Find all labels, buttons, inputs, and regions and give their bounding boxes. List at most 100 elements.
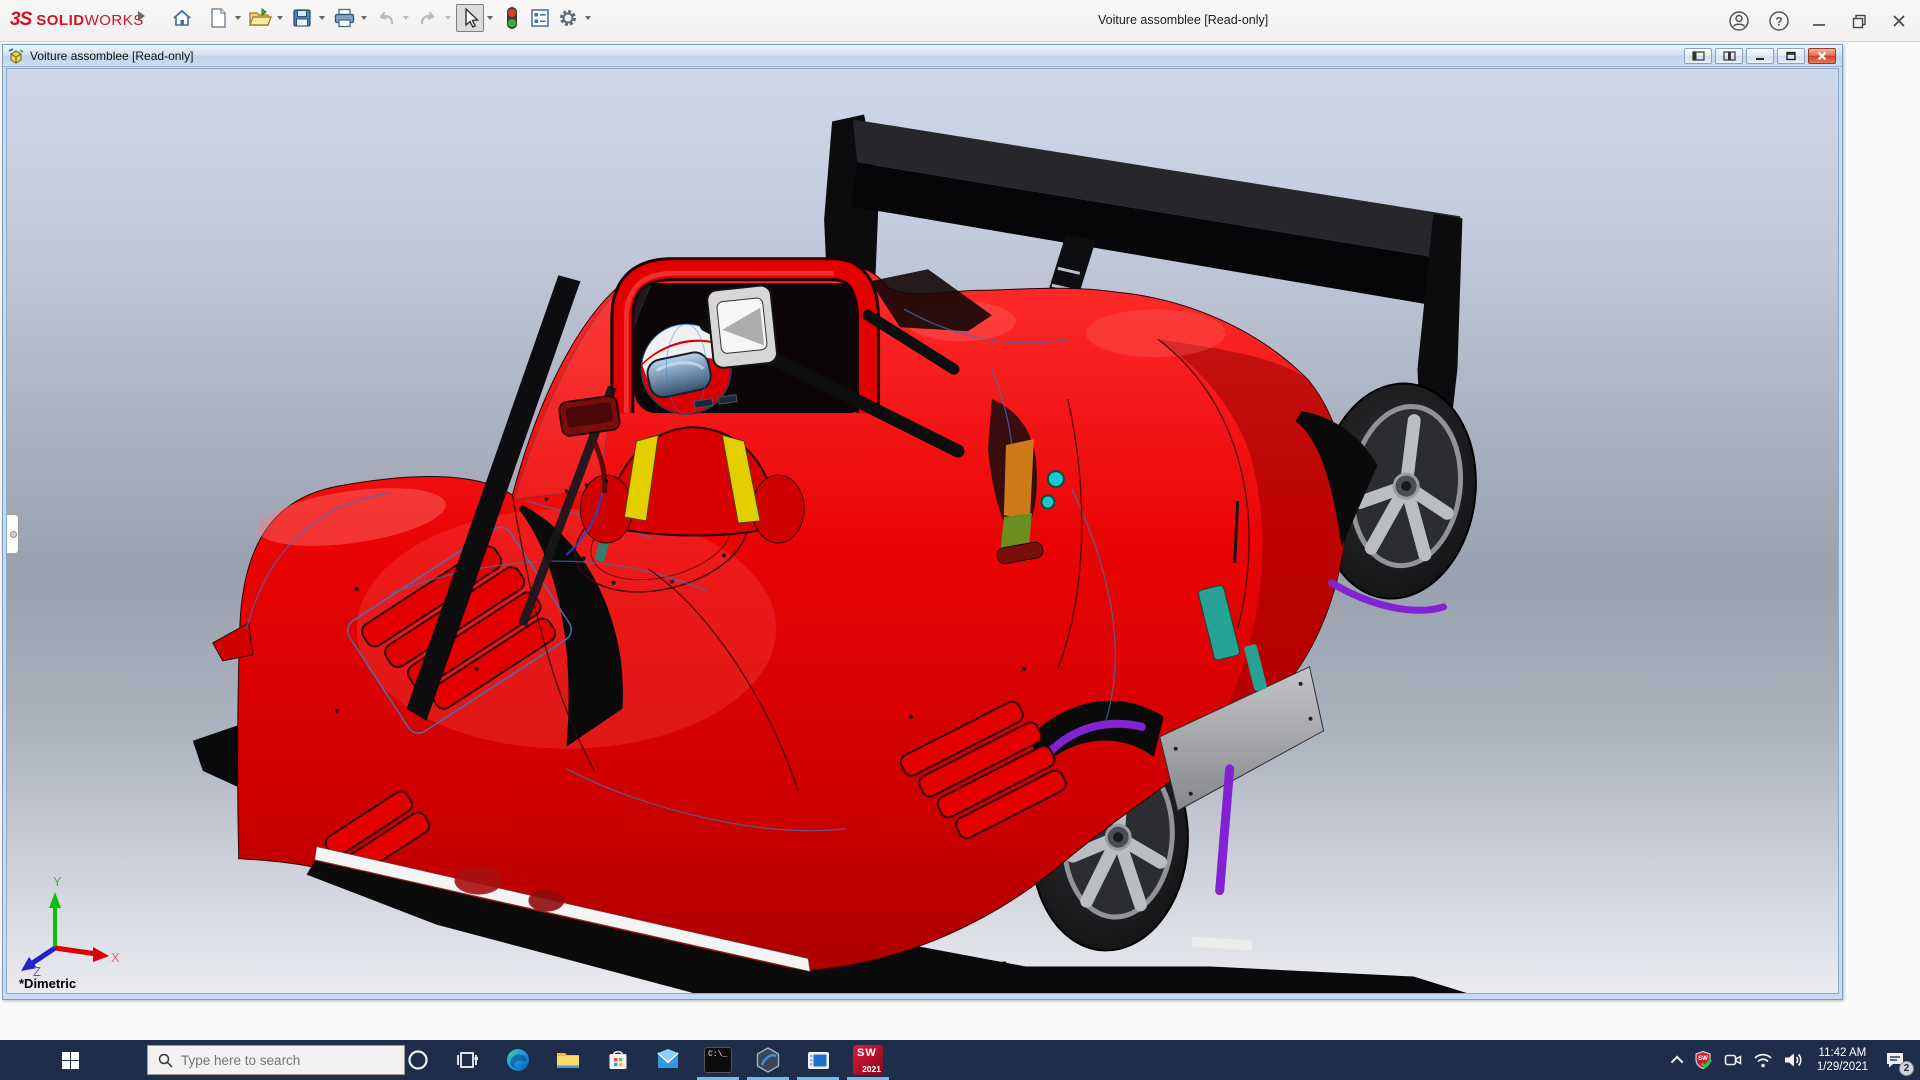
save-icon xyxy=(291,7,313,29)
doc-minimize-icon xyxy=(1754,51,1766,61)
close-button[interactable] xyxy=(1886,8,1912,34)
file-explorer-icon xyxy=(555,1047,581,1073)
open-dropdown[interactable] xyxy=(274,4,285,32)
menu-expand-arrow-icon[interactable] xyxy=(138,11,145,21)
new-document-button[interactable] xyxy=(204,4,232,32)
svg-text:?: ? xyxy=(1775,15,1782,29)
undo-button[interactable] xyxy=(372,4,400,32)
wifi-icon xyxy=(1753,1050,1773,1070)
ds-logo-mark: 3S xyxy=(10,9,31,31)
app-window-title: Voiture assomblee [Read-only] xyxy=(1098,13,1268,27)
doc-minimize-button[interactable] xyxy=(1746,48,1774,64)
taskbar-item-cortana[interactable] xyxy=(393,1040,443,1080)
open-icon xyxy=(248,7,272,29)
taskbar-item-solidworks[interactable]: SW 2021 xyxy=(843,1040,893,1080)
select-dropdown[interactable] xyxy=(484,4,495,32)
windows-taskbar: C:\_ SW 2021 SW xyxy=(0,1040,1920,1080)
gear-icon xyxy=(557,7,579,29)
tray-solidworks-monitor[interactable]: SW xyxy=(1688,1040,1718,1080)
close-icon xyxy=(1892,14,1906,28)
undo-icon xyxy=(375,7,397,29)
help-button[interactable]: ? xyxy=(1766,8,1792,34)
pane-split-icon xyxy=(1723,51,1736,61)
sw-shield-check-icon: SW xyxy=(1693,1050,1713,1070)
home-button[interactable] xyxy=(168,4,196,32)
tray-network[interactable] xyxy=(1748,1040,1778,1080)
tray-volume[interactable] xyxy=(1778,1040,1809,1080)
task-view-icon xyxy=(456,1048,480,1072)
redo-dropdown[interactable] xyxy=(442,4,453,32)
doc-close-button[interactable] xyxy=(1808,48,1836,64)
print-dropdown[interactable] xyxy=(358,4,369,32)
cortana-icon xyxy=(406,1048,430,1072)
3d-model-race-car[interactable] xyxy=(7,69,1839,994)
taskbar-item-store[interactable] xyxy=(593,1040,643,1080)
taskbar-item-command-prompt[interactable]: C:\_ xyxy=(693,1040,743,1080)
view-orientation-label: *Dimetric xyxy=(19,976,76,991)
new-document-dropdown[interactable] xyxy=(232,4,243,32)
rebuild-traffic-light-icon xyxy=(505,6,519,30)
search-icon xyxy=(158,1053,173,1068)
taskbar-item-mail[interactable] xyxy=(643,1040,693,1080)
save-dropdown[interactable] xyxy=(316,4,327,32)
microsoft-store-icon xyxy=(606,1048,630,1072)
tray-meet-now[interactable] xyxy=(1718,1040,1748,1080)
chevron-up-icon xyxy=(1671,1055,1684,1068)
doc-pane-split-button[interactable] xyxy=(1715,48,1743,64)
taskbar-search[interactable] xyxy=(147,1045,405,1075)
start-button[interactable] xyxy=(44,1040,96,1080)
speaker-icon xyxy=(1783,1050,1804,1070)
document-title: Voiture assomblee [Read-only] xyxy=(30,49,1684,63)
mail-icon xyxy=(655,1047,681,1073)
quick-access-toolbar xyxy=(168,3,596,33)
tray-show-hidden-icons[interactable] xyxy=(1669,1040,1688,1080)
properties-button[interactable] xyxy=(526,4,554,32)
windows-logo-icon xyxy=(62,1052,79,1069)
taskbar-item-remote-window[interactable] xyxy=(793,1040,843,1080)
svg-text:SW: SW xyxy=(1698,1056,1708,1062)
taskbar-item-file-explorer[interactable] xyxy=(543,1040,593,1080)
document-titlebar[interactable]: Voiture assomblee [Read-only] xyxy=(3,45,1842,67)
feature-manager-collapsed-tab[interactable] xyxy=(7,514,19,554)
triad-x-label: X xyxy=(111,950,120,965)
solidworks-2021-icon: SW 2021 xyxy=(853,1045,883,1075)
tray-time: 11:42 AM xyxy=(1817,1046,1868,1060)
graphics-viewport[interactable]: Y X Z *Dimetric xyxy=(6,68,1839,994)
orientation-triad: Y X Z xyxy=(13,872,123,977)
select-tool-button[interactable] xyxy=(456,4,484,32)
app-titlebar: 3S SOLIDWORKS xyxy=(0,0,1920,42)
options-dropdown[interactable] xyxy=(582,4,593,32)
taskbar-item-taskview[interactable] xyxy=(443,1040,493,1080)
taskbar-item-3dexperience[interactable] xyxy=(743,1040,793,1080)
command-prompt-icon: C:\_ xyxy=(704,1047,732,1073)
minimize-button[interactable] xyxy=(1806,8,1832,34)
doc-pane-left-button[interactable] xyxy=(1684,48,1712,64)
tray-notifications[interactable]: 2 xyxy=(1876,1040,1920,1080)
restore-button[interactable] xyxy=(1846,8,1872,34)
triad-y-label: Y xyxy=(53,874,62,889)
redo-button[interactable] xyxy=(414,4,442,32)
tray-date: 1/29/2021 xyxy=(1817,1060,1868,1074)
tray-clock[interactable]: 11:42 AM 1/29/2021 xyxy=(1809,1046,1876,1074)
undo-dropdown[interactable] xyxy=(400,4,411,32)
open-button[interactable] xyxy=(246,4,274,32)
notification-badge: 2 xyxy=(1899,1061,1914,1076)
options-button[interactable] xyxy=(554,4,582,32)
doc-restore-button[interactable] xyxy=(1777,48,1805,64)
edge-icon xyxy=(505,1047,531,1073)
print-icon xyxy=(333,7,356,29)
doc-close-icon xyxy=(1816,51,1828,61)
rebuild-button[interactable] xyxy=(498,4,526,32)
save-button[interactable] xyxy=(288,4,316,32)
account-button[interactable] xyxy=(1726,8,1752,34)
blue-window-app-icon xyxy=(805,1047,832,1074)
print-button[interactable] xyxy=(330,4,358,32)
document-window: Voiture assomblee [Read-only] xyxy=(2,44,1843,1000)
doc-restore-icon xyxy=(1785,51,1797,61)
new-document-icon xyxy=(208,7,228,29)
search-input[interactable] xyxy=(181,1053,381,1068)
redo-icon xyxy=(417,7,439,29)
select-cursor-icon xyxy=(460,7,480,29)
taskbar-item-edge[interactable] xyxy=(493,1040,543,1080)
meet-now-icon xyxy=(1723,1050,1743,1070)
